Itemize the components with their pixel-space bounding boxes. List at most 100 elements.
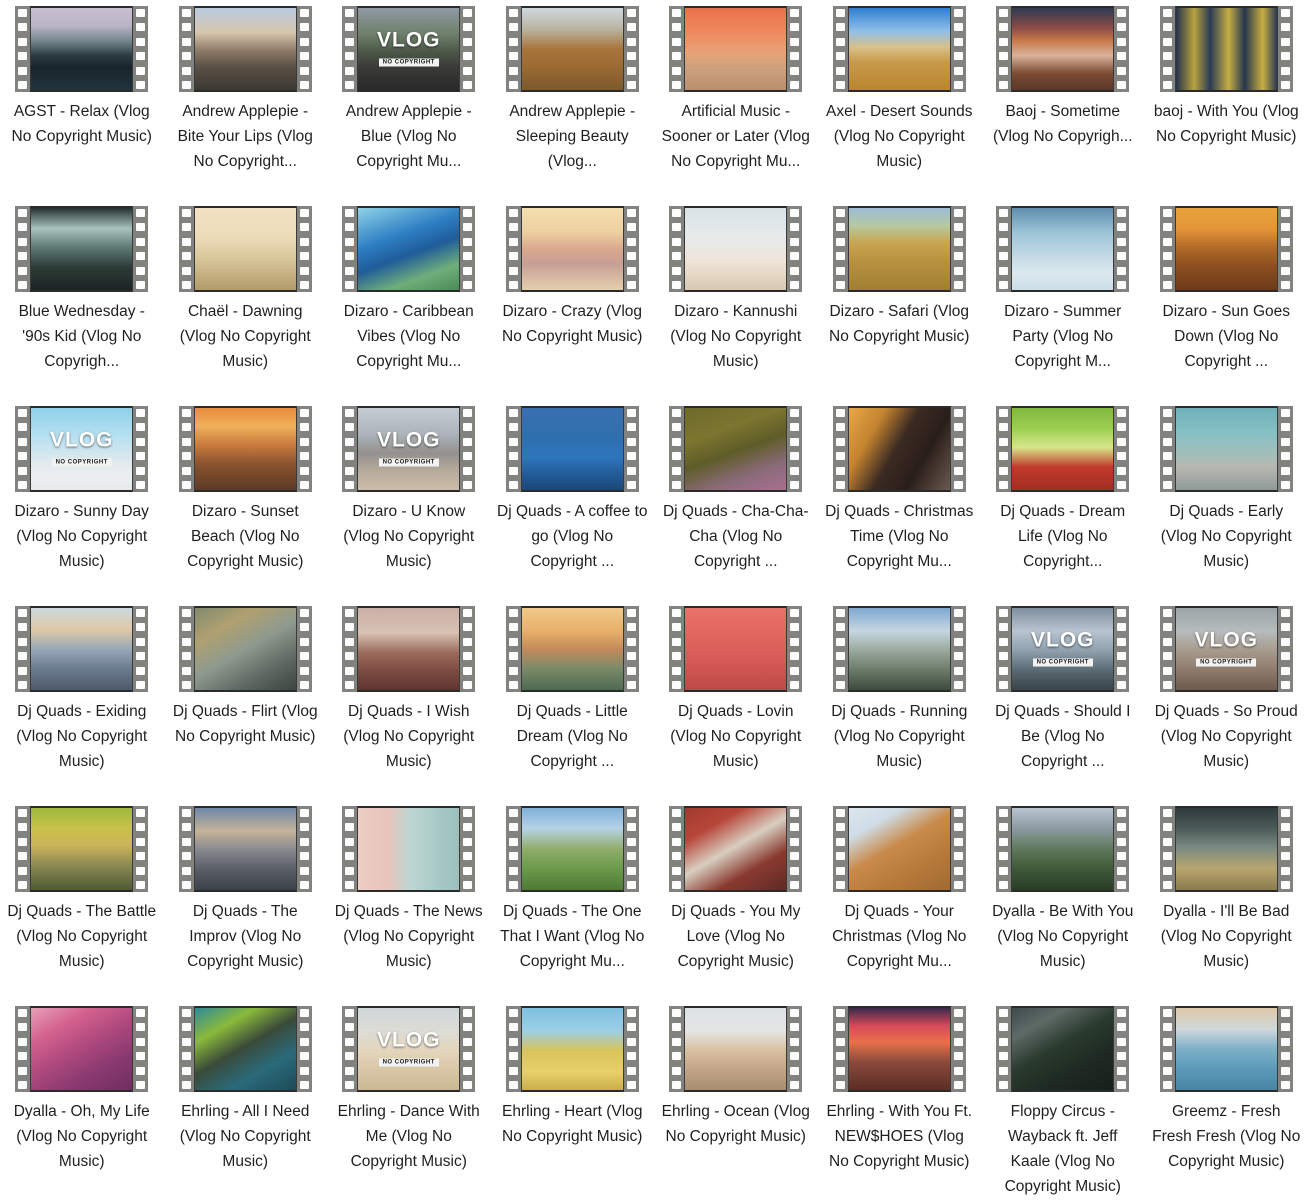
file-label[interactable]: Dj Quads - The One That I Want (Vlog No … <box>496 899 648 974</box>
file-label[interactable]: Greemz - Fresh Fresh Fresh (Vlog No Copy… <box>1150 1099 1302 1174</box>
film-strip-icon[interactable]: VLOGNO COPYRIGHT <box>342 6 475 92</box>
film-strip-icon[interactable] <box>15 6 148 92</box>
file-item[interactable]: Axel - Desert Sounds (Vlog No Copyright … <box>818 0 982 200</box>
file-label[interactable]: Baoj - Sometime (Vlog No Copyrigh... <box>987 99 1139 149</box>
film-strip-icon[interactable] <box>669 406 802 492</box>
file-item[interactable]: Chaël - Dawning (Vlog No Copyright Music… <box>164 200 328 400</box>
film-strip-icon[interactable]: VLOGNO COPYRIGHT <box>342 1006 475 1092</box>
film-strip-icon[interactable] <box>506 806 639 892</box>
film-strip-icon[interactable] <box>179 406 312 492</box>
file-label[interactable]: Chaël - Dawning (Vlog No Copyright Music… <box>169 299 321 374</box>
file-label[interactable]: Dj Quads - Exiding (Vlog No Copyright Mu… <box>6 699 158 774</box>
file-label[interactable]: Ehrling - Dance With Me (Vlog No Copyrig… <box>333 1099 485 1174</box>
file-item[interactable]: Dizaro - Kannushi (Vlog No Copyright Mus… <box>654 200 818 400</box>
file-label[interactable]: Dyalla - Be With You (Vlog No Copyright … <box>987 899 1139 974</box>
file-item[interactable]: Dj Quads - Flirt (Vlog No Copyright Musi… <box>164 600 328 800</box>
file-item[interactable]: Dyalla - Oh, My Life (Vlog No Copyright … <box>0 1000 164 1200</box>
file-label[interactable]: Dj Quads - The News (Vlog No Copyright M… <box>333 899 485 974</box>
film-strip-icon[interactable] <box>996 406 1129 492</box>
file-item[interactable]: Greemz - Fresh Fresh Fresh (Vlog No Copy… <box>1145 1000 1308 1200</box>
file-item[interactable]: Andrew Applepie - Sleeping Beauty (Vlog.… <box>491 0 655 200</box>
file-item[interactable]: VLOGNO COPYRIGHTDj Quads - Should I Be (… <box>981 600 1145 800</box>
file-item[interactable]: VLOGNO COPYRIGHTEhrling - Dance With Me … <box>327 1000 491 1200</box>
file-item[interactable]: Dj Quads - Little Dream (Vlog No Copyrig… <box>491 600 655 800</box>
file-item[interactable]: Ehrling - Ocean (Vlog No Copyright Music… <box>654 1000 818 1200</box>
film-strip-icon[interactable] <box>179 806 312 892</box>
file-label[interactable]: Dj Quads - You My Love (Vlog No Copyrigh… <box>660 899 812 974</box>
file-label[interactable]: Dizaro - Safari (Vlog No Copyright Music… <box>823 299 975 349</box>
film-strip-icon[interactable] <box>833 6 966 92</box>
file-item[interactable]: Ehrling - With You Ft. NEW$HOES (Vlog No… <box>818 1000 982 1200</box>
file-label[interactable]: Dj Quads - Flirt (Vlog No Copyright Musi… <box>169 699 321 749</box>
file-label[interactable]: Dizaro - Sun Goes Down (Vlog No Copyrigh… <box>1150 299 1302 374</box>
file-label[interactable]: Dizaro - Summer Party (Vlog No Copyright… <box>987 299 1139 374</box>
film-strip-icon[interactable] <box>15 1006 148 1092</box>
film-strip-icon[interactable] <box>669 606 802 692</box>
file-item[interactable]: Dj Quads - Christmas Time (Vlog No Copyr… <box>818 400 982 600</box>
file-item[interactable]: VLOGNO COPYRIGHTAndrew Applepie - Blue (… <box>327 0 491 200</box>
file-item[interactable]: Ehrling - Heart (Vlog No Copyright Music… <box>491 1000 655 1200</box>
file-label[interactable]: Dj Quads - Your Christmas (Vlog No Copyr… <box>823 899 975 974</box>
film-strip-icon[interactable] <box>833 206 966 292</box>
film-strip-icon[interactable] <box>833 1006 966 1092</box>
file-item[interactable]: AGST - Relax (Vlog No Copyright Music) <box>0 0 164 200</box>
film-strip-icon[interactable] <box>506 6 639 92</box>
film-strip-icon[interactable] <box>1160 206 1293 292</box>
file-item[interactable]: Dj Quads - The Improv (Vlog No Copyright… <box>164 800 328 1000</box>
file-item[interactable]: VLOGNO COPYRIGHTDizaro - U Know (Vlog No… <box>327 400 491 600</box>
file-label[interactable]: Dj Quads - Dream Life (Vlog No Copyright… <box>987 499 1139 574</box>
file-label[interactable]: Axel - Desert Sounds (Vlog No Copyright … <box>823 99 975 174</box>
file-label[interactable]: Dj Quads - Cha-Cha-Cha (Vlog No Copyrigh… <box>660 499 812 574</box>
film-strip-icon[interactable] <box>996 206 1129 292</box>
file-item[interactable]: Andrew Applepie - Bite Your Lips (Vlog N… <box>164 0 328 200</box>
film-strip-icon[interactable] <box>669 206 802 292</box>
file-label[interactable]: baoj - With You (Vlog No Copyright Music… <box>1150 99 1302 149</box>
file-label[interactable]: Ehrling - All I Need (Vlog No Copyright … <box>169 1099 321 1174</box>
film-strip-icon[interactable] <box>179 6 312 92</box>
film-strip-icon[interactable]: VLOGNO COPYRIGHT <box>342 406 475 492</box>
file-label[interactable]: Andrew Applepie - Bite Your Lips (Vlog N… <box>169 99 321 174</box>
file-label[interactable]: Dj Quads - A coffee to go (Vlog No Copyr… <box>496 499 648 574</box>
file-item[interactable]: Dizaro - Summer Party (Vlog No Copyright… <box>981 200 1145 400</box>
film-strip-icon[interactable] <box>15 606 148 692</box>
film-strip-icon[interactable] <box>342 806 475 892</box>
file-label[interactable]: Dyalla - I'll Be Bad (Vlog No Copyright … <box>1150 899 1302 974</box>
file-item[interactable]: Dyalla - I'll Be Bad (Vlog No Copyright … <box>1145 800 1308 1000</box>
file-label[interactable]: Dj Quads - Early (Vlog No Copyright Musi… <box>1150 499 1302 574</box>
film-strip-icon[interactable] <box>833 606 966 692</box>
film-strip-icon[interactable] <box>179 206 312 292</box>
file-label[interactable]: Dizaro - Crazy (Vlog No Copyright Music) <box>496 299 648 349</box>
file-item[interactable]: Dyalla - Be With You (Vlog No Copyright … <box>981 800 1145 1000</box>
film-strip-icon[interactable]: VLOGNO COPYRIGHT <box>996 606 1129 692</box>
film-strip-icon[interactable] <box>15 206 148 292</box>
file-item[interactable]: Dj Quads - Your Christmas (Vlog No Copyr… <box>818 800 982 1000</box>
file-label[interactable]: Dizaro - Sunny Day (Vlog No Copyright Mu… <box>6 499 158 574</box>
file-label[interactable]: Dizaro - U Know (Vlog No Copyright Music… <box>333 499 485 574</box>
file-item[interactable]: Dj Quads - You My Love (Vlog No Copyrigh… <box>654 800 818 1000</box>
file-label[interactable]: Dj Quads - Should I Be (Vlog No Copyrigh… <box>987 699 1139 774</box>
file-label[interactable]: Dizaro - Kannushi (Vlog No Copyright Mus… <box>660 299 812 374</box>
file-label[interactable]: AGST - Relax (Vlog No Copyright Music) <box>6 99 158 149</box>
file-label[interactable]: Dj Quads - Little Dream (Vlog No Copyrig… <box>496 699 648 774</box>
film-strip-icon[interactable] <box>833 406 966 492</box>
file-label[interactable]: Dizaro - Caribbean Vibes (Vlog No Copyri… <box>333 299 485 374</box>
file-item[interactable]: Ehrling - All I Need (Vlog No Copyright … <box>164 1000 328 1200</box>
film-strip-icon[interactable] <box>179 606 312 692</box>
file-item[interactable]: Baoj - Sometime (Vlog No Copyrigh... <box>981 0 1145 200</box>
file-item[interactable]: VLOGNO COPYRIGHTDj Quads - So Proud (Vlo… <box>1145 600 1308 800</box>
file-item[interactable]: Dj Quads - A coffee to go (Vlog No Copyr… <box>491 400 655 600</box>
file-label[interactable]: Dyalla - Oh, My Life (Vlog No Copyright … <box>6 1099 158 1174</box>
file-label[interactable]: Blue Wednesday - '90s Kid (Vlog No Copyr… <box>6 299 158 374</box>
file-label[interactable]: Floppy Circus - Wayback ft. Jeff Kaale (… <box>987 1099 1139 1199</box>
film-strip-icon[interactable] <box>669 806 802 892</box>
file-label[interactable]: Andrew Applepie - Blue (Vlog No Copyrigh… <box>333 99 485 174</box>
film-strip-icon[interactable] <box>506 206 639 292</box>
file-item[interactable]: Dizaro - Safari (Vlog No Copyright Music… <box>818 200 982 400</box>
film-strip-icon[interactable] <box>506 1006 639 1092</box>
film-strip-icon[interactable]: VLOGNO COPYRIGHT <box>1160 606 1293 692</box>
file-label[interactable]: Dj Quads - Running (Vlog No Copyright Mu… <box>823 699 975 774</box>
file-label[interactable]: Dj Quads - I Wish (Vlog No Copyright Mus… <box>333 699 485 774</box>
file-label[interactable]: Dj Quads - The Improv (Vlog No Copyright… <box>169 899 321 974</box>
file-item[interactable]: VLOGNO COPYRIGHTDizaro - Sunny Day (Vlog… <box>0 400 164 600</box>
film-strip-icon[interactable] <box>1160 6 1293 92</box>
